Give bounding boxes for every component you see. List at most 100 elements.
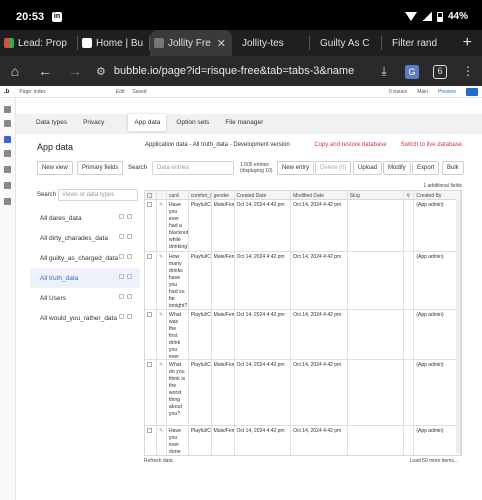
cell-comfort-level[interactable]: Playful/Ch (189, 310, 212, 359)
page-selector[interactable]: Page: index (19, 89, 45, 95)
cell-comfort-level[interactable]: Playful/Ch (189, 252, 212, 309)
edit-icon[interactable] (127, 254, 132, 259)
cell-comfort-level[interactable]: Playful/Ch (189, 426, 212, 455)
home-icon[interactable]: ⌂ (0, 63, 30, 79)
load-more-link[interactable]: Load 50 more items... (410, 458, 458, 464)
cell-gender[interactable]: Male/Fem (212, 200, 235, 251)
table-row[interactable]: ✎ What do you think is the worst thing ab… (145, 360, 461, 426)
cell-modified-date[interactable]: Oct 14, 2024 4:42 pm (291, 426, 348, 455)
column-header-gender[interactable]: gender (212, 191, 235, 199)
column-header-created-date[interactable]: Created Date (235, 191, 292, 199)
copy-icon[interactable] (119, 254, 124, 259)
workflow-tab-icon[interactable] (4, 120, 11, 127)
plugins-tab-icon[interactable] (4, 166, 11, 173)
cell-comfort-level[interactable]: Playful/Ch (189, 200, 212, 251)
logs-tab-icon[interactable] (4, 198, 11, 205)
cell-slug[interactable] (348, 426, 405, 455)
close-tab-icon[interactable]: ✕ (217, 37, 226, 50)
browser-tab[interactable]: Guilty As C (310, 30, 382, 56)
edit-icon[interactable] (127, 294, 132, 299)
forward-icon[interactable]: → (60, 63, 90, 79)
new-tab-icon[interactable]: + (463, 34, 472, 52)
browser-tab[interactable]: Filter rand (382, 30, 450, 56)
styles-tab-icon[interactable] (4, 150, 11, 157)
column-header-slug[interactable]: Slug (348, 191, 405, 199)
cell-card[interactable]: Have you ever done somethin (167, 426, 189, 455)
cell-gender[interactable]: Male/Fem (212, 426, 235, 455)
bulk-button[interactable]: Bulk (442, 161, 464, 175)
copy-icon[interactable] (119, 294, 124, 299)
site-info-icon[interactable]: ⚙ (96, 65, 106, 78)
design-tab-icon[interactable] (4, 106, 11, 113)
select-all-column[interactable] (145, 191, 157, 199)
table-row[interactable]: ✎ Have you ever had a blackout while drin… (145, 200, 461, 252)
cell-created-by[interactable]: (App admin) (414, 310, 461, 359)
tab-option-sets[interactable]: Option sets (170, 114, 215, 131)
pencil-icon[interactable]: ✎ (159, 428, 163, 434)
upload-button[interactable]: Upload (353, 161, 383, 175)
cell-created-date[interactable]: Oct 14, 2024 4:42 pm (235, 252, 292, 309)
copy-restore-link[interactable]: Copy and restore database (314, 142, 386, 148)
browser-tab[interactable]: Home | Bu (78, 30, 150, 56)
cell-card[interactable]: How many drinks have you had so far toni… (167, 252, 189, 309)
row-checkbox[interactable] (147, 428, 152, 433)
download-icon[interactable]: ⤓ (370, 64, 398, 79)
delete-button[interactable]: Delete (0) (315, 161, 352, 175)
refresh-data-link[interactable]: Refresh data (144, 458, 173, 464)
copy-icon[interactable] (119, 214, 124, 219)
select-all-checkbox[interactable] (147, 193, 152, 198)
copy-icon[interactable] (119, 274, 124, 279)
column-header-created-by[interactable]: Created By (414, 191, 461, 199)
pencil-icon[interactable]: ✎ (159, 312, 163, 318)
browser-tab[interactable]: Jollity-tes (232, 30, 310, 56)
export-button[interactable]: Export (412, 161, 440, 175)
cell-slug[interactable] (348, 310, 405, 359)
column-search-icon[interactable]: ⚲ (404, 191, 415, 199)
switch-live-link[interactable]: Switch to live database (401, 142, 462, 148)
data-type-item[interactable]: All would_you_rather_data (30, 308, 140, 328)
cell-card[interactable]: What do you think is the worst thing abo… (167, 360, 189, 425)
cell-modified-date[interactable]: Oct 14, 2024 4:42 pm (291, 252, 348, 309)
cell-card[interactable]: Have you ever had a blackout while drink… (167, 200, 189, 251)
tab-app-data[interactable]: App data (128, 114, 167, 131)
back-icon[interactable]: ← (30, 63, 60, 79)
cell-created-by[interactable]: (App admin) (414, 252, 461, 309)
browser-tab[interactable]: Lead: Prop (0, 30, 78, 56)
table-row[interactable]: ✎ How many drinks have you had so far ton… (145, 252, 461, 310)
data-type-item[interactable]: All Users (30, 288, 140, 308)
entries-search-input[interactable]: Data entries (152, 161, 234, 175)
data-tab-icon[interactable] (4, 136, 11, 143)
new-view-button[interactable]: New view (37, 161, 73, 175)
additional-fields-note[interactable]: 1 additional fields (423, 183, 462, 189)
table-row[interactable]: ✎ Have you ever done somethinPlayful/ChMa… (145, 426, 461, 455)
row-checkbox[interactable] (147, 254, 152, 259)
translate-icon[interactable]: G (398, 64, 426, 79)
cell-created-date[interactable]: Oct 14, 2024 4:42 pm (235, 360, 292, 425)
edit-icon[interactable] (127, 314, 132, 319)
cell-card[interactable]: What was the first drink you ever had? (167, 310, 189, 359)
cell-gender[interactable]: Male/Fem (212, 310, 235, 359)
preview-button[interactable]: Preview (438, 89, 456, 95)
tab-privacy[interactable]: Privacy (77, 114, 110, 131)
row-checkbox[interactable] (147, 362, 152, 367)
edit-icon[interactable] (127, 234, 132, 239)
row-checkbox[interactable] (147, 312, 152, 317)
cell-created-date[interactable]: Oct 14, 2024 4:42 pm (235, 426, 292, 455)
cell-slug[interactable] (348, 252, 405, 309)
data-type-item[interactable]: All dares_data (30, 208, 140, 228)
tab-data-types[interactable]: Data types (30, 114, 73, 131)
data-type-item[interactable]: All guilty_as_charged_data (30, 248, 140, 268)
column-header-card[interactable]: card (167, 191, 189, 199)
data-type-item[interactable]: All dirty_charades_data (30, 228, 140, 248)
more-menu-icon[interactable]: ⋮ (454, 64, 482, 78)
types-search-input[interactable]: Views or data types (58, 189, 138, 201)
row-checkbox[interactable] (147, 202, 152, 207)
cell-comfort-level[interactable]: Playful/Ch (189, 360, 212, 425)
edit-menu[interactable]: Edit (116, 89, 125, 95)
issues-indicator[interactable]: 0 issues (389, 89, 407, 95)
settings-tab-icon[interactable] (4, 182, 11, 189)
cell-gender[interactable]: Male/Fem (212, 360, 235, 425)
cell-created-by[interactable]: (App admin) (414, 426, 461, 455)
primary-fields-button[interactable]: Primary fields (77, 161, 124, 175)
cell-created-date[interactable]: Oct 14, 2024 4:42 pm (235, 200, 292, 251)
